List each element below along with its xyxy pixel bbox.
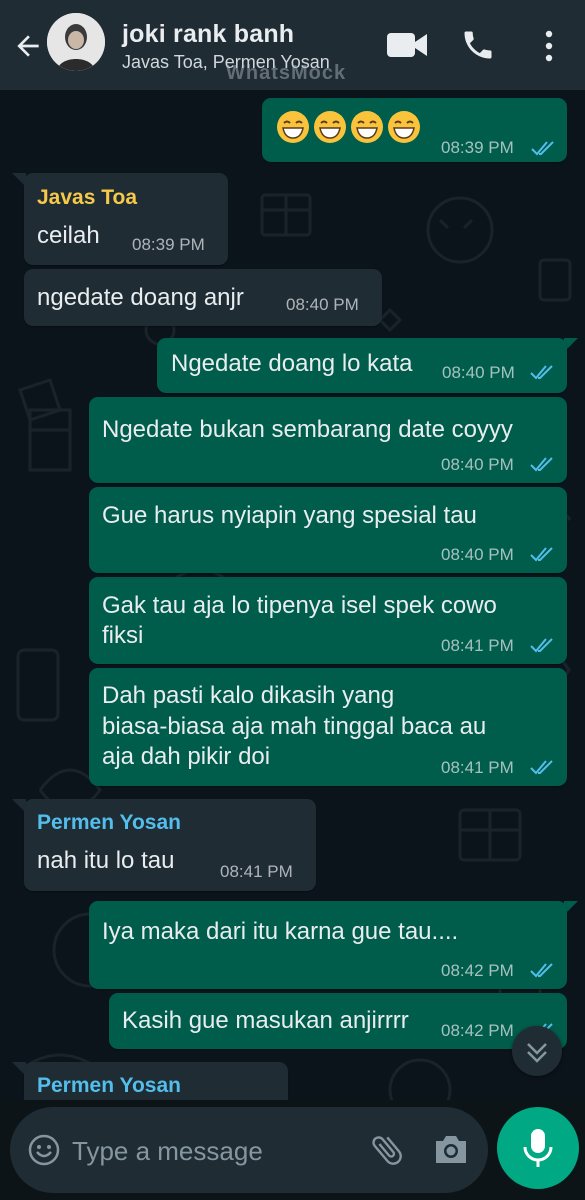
watermark: WhatsMock [226, 62, 347, 84]
message-time: 08:42 PM [441, 961, 514, 980]
sender-name[interactable]: Javas Toa [37, 185, 137, 211]
message-text: ngedate doang anjr [37, 284, 244, 311]
message-text-line: Gak tau aja lo tipenya isel spek cowo [102, 592, 497, 619]
message-bubble-outgoing[interactable]: Ngedate doang lo kata 08:40 PM [157, 338, 567, 393]
more-vertical-icon[interactable] [538, 28, 560, 64]
message-text: Ngedate bukan sembarang date coyyy [102, 416, 513, 443]
grinning-face-icon [388, 111, 420, 143]
read-ticks-icon [530, 963, 553, 978]
grinning-face-icon [351, 111, 383, 143]
sender-name[interactable]: Permen Yosan [37, 810, 181, 836]
back-arrow-icon[interactable] [12, 30, 44, 62]
message-bubble-outgoing[interactable]: Dah pasti kalo dikasih yang biasa-biasa … [89, 668, 567, 786]
chat-area[interactable]: 08:39 PM Javas Toa ceilah 08:39 PM ngeda… [0, 90, 585, 1100]
message-bubble-incoming[interactable]: Permen Yosan nah itu lo tau 08:41 PM [24, 799, 316, 891]
read-ticks-icon [530, 760, 553, 775]
message-bubble-outgoing[interactable]: Gue harus nyiapin yang spesial tau 08:40… [89, 487, 567, 573]
message-time: 08:41 PM [441, 758, 514, 777]
chat-header: joki rank banh Javas Toa, Permen Yosan W… [0, 0, 585, 90]
message-time: 08:41 PM [220, 862, 293, 881]
read-ticks-icon [531, 141, 554, 156]
read-ticks-icon [530, 457, 553, 472]
grinning-face-icon [277, 111, 309, 143]
message-composer [10, 1107, 488, 1193]
avatar[interactable] [47, 13, 105, 71]
microphone-button[interactable] [497, 1107, 579, 1189]
message-time: 08:41 PM [441, 636, 514, 655]
read-ticks-icon [530, 547, 553, 562]
chat-title[interactable]: joki rank banh [122, 20, 294, 49]
message-bubble-outgoing[interactable]: Iya maka dari itu karna gue tau.... 08:4… [89, 901, 567, 989]
message-time: 08:40 PM [441, 545, 514, 564]
message-text-line: Dah pasti kalo dikasih yang [102, 682, 395, 709]
message-input[interactable] [72, 1131, 352, 1171]
emoji-row [276, 110, 424, 144]
phone-icon[interactable] [460, 27, 496, 63]
message-bubble-incoming[interactable]: Javas Toa ceilah 08:39 PM [24, 173, 228, 265]
read-ticks-icon [530, 638, 553, 653]
message-text: Kasih gue masukan anjirrrr [122, 1007, 409, 1034]
message-bubble-outgoing[interactable]: Kasih gue masukan anjirrrr 08:42 PM [109, 993, 567, 1049]
message-text: ceilah [37, 222, 100, 249]
message-text-line: fiksi [102, 622, 144, 649]
message-bubble-incoming[interactable]: Permen Yosan [24, 1062, 288, 1100]
message-time: 08:42 PM [441, 1021, 514, 1040]
message-bubble-outgoing[interactable]: 08:39 PM [262, 98, 567, 162]
microphone-icon [523, 1129, 553, 1167]
message-time: 08:39 PM [132, 235, 205, 254]
message-text-line: biasa-biasa aja mah tinggal baca au [102, 713, 487, 740]
message-text-line: aja dah pikir doi [102, 743, 271, 770]
message-text: nah itu lo tau [37, 847, 175, 874]
paperclip-icon[interactable] [368, 1131, 406, 1169]
read-ticks-icon [530, 365, 553, 380]
message-text: Iya maka dari itu karna gue tau.... [102, 918, 459, 945]
message-text: Ngedate doang lo kata [171, 350, 413, 377]
message-time: 08:40 PM [286, 295, 359, 314]
message-bubble-outgoing[interactable]: Ngedate bukan sembarang date coyyy 08:40… [89, 397, 567, 483]
sender-name[interactable]: Permen Yosan [37, 1073, 181, 1099]
message-time: 08:40 PM [442, 363, 515, 382]
message-time: 08:39 PM [441, 138, 514, 157]
message-bubble-incoming[interactable]: ngedate doang anjr 08:40 PM [24, 269, 382, 326]
double-chevron-down-icon [527, 1043, 547, 1063]
message-time: 08:40 PM [441, 455, 514, 474]
message-bubble-outgoing[interactable]: Gak tau aja lo tipenya isel spek cowo fi… [89, 577, 567, 664]
emoji-icon[interactable] [27, 1133, 61, 1167]
video-camera-icon[interactable] [386, 30, 428, 60]
message-text: Gue harus nyiapin yang spesial tau [102, 502, 477, 529]
camera-icon[interactable] [432, 1131, 470, 1167]
grinning-face-icon [314, 111, 346, 143]
scroll-to-bottom-button[interactable] [512, 1026, 562, 1076]
